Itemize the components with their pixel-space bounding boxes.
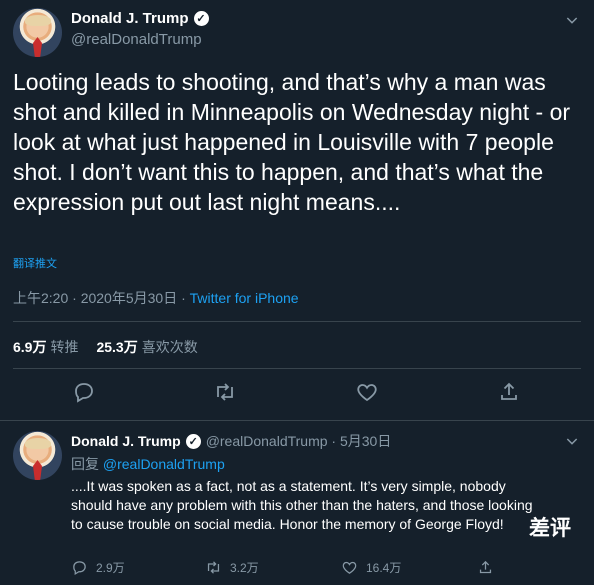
reply-share-action[interactable] [477,559,494,576]
retweet-icon[interactable] [213,380,237,404]
like-label: 喜欢次数 [141,339,198,355]
avatar[interactable] [13,8,62,57]
reply-like-action[interactable]: 16.4万 [341,559,401,576]
reply-actions: 2.9万 3.2万 16.4万 [71,559,571,579]
tweet-text: Looting leads to shooting, and that’s wh… [13,69,571,215]
retweet-label: 转推 [50,339,79,355]
reply-retweet-action[interactable]: 3.2万 [205,559,259,576]
chevron-down-icon[interactable] [564,433,580,449]
retweet-icon [207,561,220,574]
tweet-meta: 上午2:20 · 2020年5月30日 · Twitter for iPhone [13,288,299,308]
author-display-name[interactable]: Donald J. Trump [71,10,189,27]
reply-icon[interactable] [72,380,96,404]
author-name-row: Donald J. Trump ✓ [71,10,209,27]
author-handle[interactable]: @realDonaldTrump [71,31,202,48]
reply-tweet[interactable]: Donald J. Trump ✓ @realDonaldTrump · 5月3… [0,421,594,585]
source-link[interactable]: Twitter for iPhone [190,290,299,306]
retweet-stat[interactable]: 6.9万 转推 [13,337,78,357]
divider [13,321,581,322]
reply-handle-date[interactable]: @realDonaldTrump · 5月30日 [206,431,392,451]
like-icon [342,561,357,574]
verified-icon: ✓ [185,433,201,449]
verified-icon: ✓ [193,11,209,26]
share-icon[interactable] [497,380,521,404]
tweet-actions [0,380,594,410]
reply-reply-action[interactable]: 2.9万 [71,559,125,576]
retweet-count: 6.9万 [13,339,47,355]
reply-header: Donald J. Trump ✓ @realDonaldTrump · 5月3… [71,431,391,451]
timestamp[interactable]: 上午2:20 · 2020年5月30日 · [13,290,190,306]
share-icon [479,560,492,574]
reply-to-handle[interactable]: @realDonaldTrump [103,456,225,472]
tweet-stats: 6.9万 转推 25.3万 喜欢次数 [13,337,198,357]
reply-avatar[interactable] [13,431,62,480]
like-count: 25.3万 [96,339,138,355]
reply-count: 2.9万 [96,561,125,575]
reply-display-name[interactable]: Donald J. Trump [71,433,181,449]
like-icon[interactable] [355,380,379,404]
reply-prefix: 回复 [71,456,103,472]
reply-to-line: 回复 @realDonaldTrump [71,454,225,474]
reply-icon [73,561,86,576]
divider [13,368,581,369]
chevron-down-icon[interactable] [564,12,580,28]
reply-retweet-count: 3.2万 [230,561,259,575]
reply-text: ....It was spoken as a fact, not as a st… [71,478,533,532]
translate-link[interactable]: 翻译推文 [13,255,57,271]
watermark: 差评 [529,516,571,540]
like-stat[interactable]: 25.3万 喜欢次数 [96,337,197,357]
reply-like-count: 16.4万 [366,561,402,575]
